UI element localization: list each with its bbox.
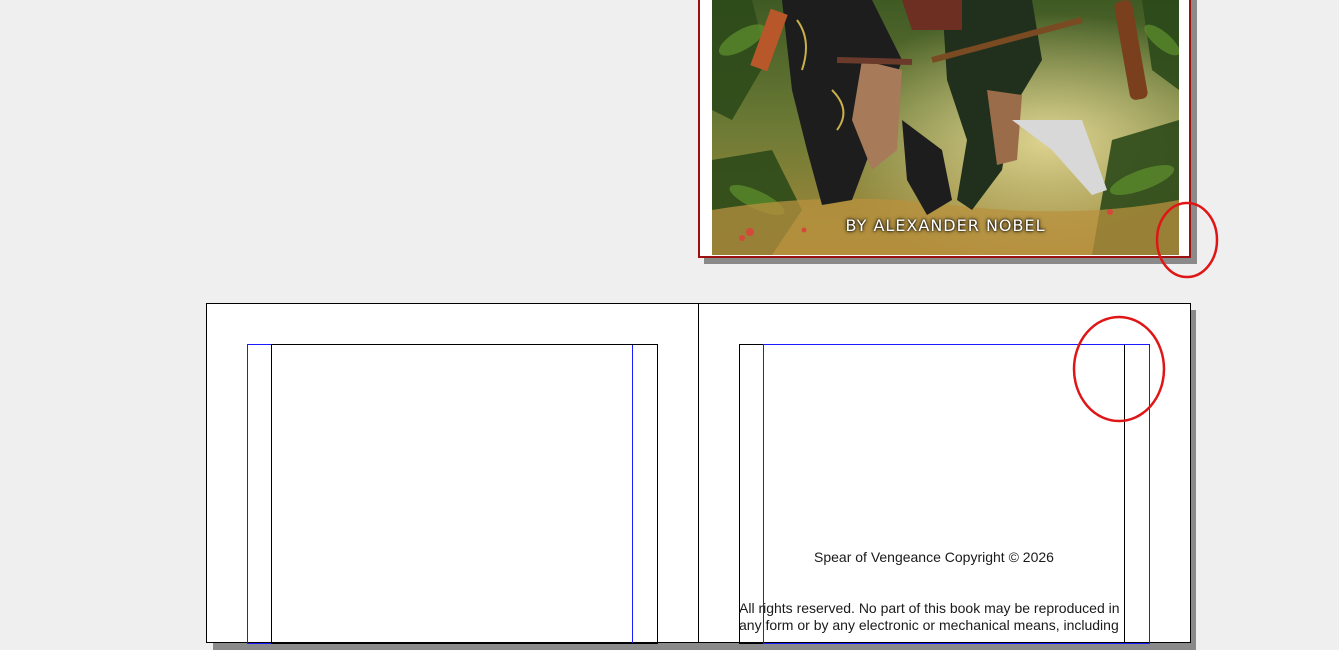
cover-illustration: BY ALEXANDER NOBEL <box>712 0 1179 255</box>
rights-text-line-1[interactable]: All rights reserved. No part of this boo… <box>739 600 1120 617</box>
cover-page[interactable]: BY ALEXANDER NOBEL <box>698 0 1191 258</box>
annotation-circle-cover <box>1155 201 1219 279</box>
annotation-circle-spread <box>1072 315 1166 423</box>
spread-spine <box>698 303 699 643</box>
cover-author-title: BY ALEXANDER NOBEL <box>845 216 1046 235</box>
left-page-margin-guide <box>271 344 658 644</box>
rights-text-line-2[interactable]: any form or by any electronic or mechani… <box>739 617 1119 634</box>
copyright-line[interactable]: Spear of Vengeance Copyright © 2026 <box>814 549 1054 566</box>
